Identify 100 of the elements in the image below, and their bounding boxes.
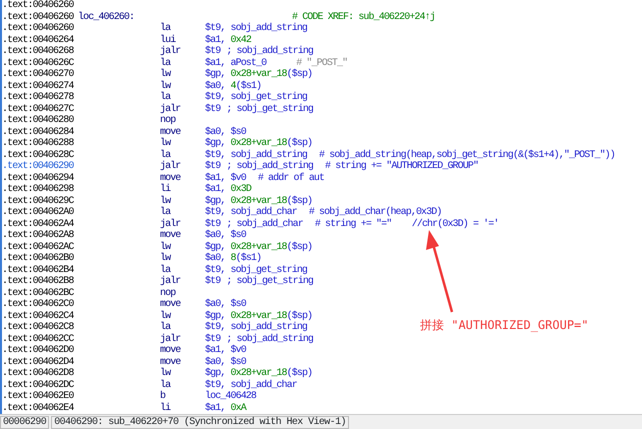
address-label[interactable]: .text:00406288 [2, 138, 78, 150]
code-comment: # string += "AUTHORIZED_GROUP" [325, 161, 478, 172]
address-label[interactable]: .text:004062B4 [2, 264, 78, 276]
instruction-operands: $t9 [205, 161, 220, 172]
address-label[interactable]: .text:004062B8 [2, 276, 78, 288]
address-label[interactable]: .text:00406268 [2, 46, 78, 58]
address-label[interactable]: .text:004062CC [2, 334, 78, 345]
instruction-mnemonic: la [160, 150, 172, 160]
address-label[interactable]: .text:00406294 [2, 172, 78, 184]
address-label[interactable]: .text:0040626C [2, 58, 78, 69]
instruction-operands: $t9 [205, 276, 220, 288]
instruction-mnemonic: lw [160, 310, 172, 322]
instruction-operands: $a1, aPost_0 [205, 58, 266, 68]
address-label[interactable]: .text:00406280 [2, 115, 78, 126]
address-label[interactable]: .text:00406260 [2, 0, 78, 12]
address-label[interactable]: .text:00406284 [2, 126, 78, 138]
address-label[interactable]: .text:00406264 [2, 34, 78, 46]
instruction-operands: $gp, 0x28+var_18($sp) [205, 69, 312, 80]
address-label[interactable]: .text:004062A8 [2, 230, 78, 242]
instruction-operands: $gp, 0x28+var_18($sp) [205, 310, 312, 322]
annotation-text: 拼接 "AUTHORIZED_GROUP=" [420, 317, 588, 334]
address-label[interactable]: .text:0040628C [2, 150, 78, 161]
instruction-operands: $t9 [205, 334, 220, 344]
instruction-mnemonic: la [160, 322, 172, 334]
address-label[interactable]: .text:004062D8 [2, 368, 78, 380]
status-offset: 00006290 [0, 416, 50, 429]
instruction-operands: $a0, 4($s1) [205, 80, 262, 92]
code-comment: # CODE XREF: sub_406220+24↑j [292, 12, 435, 22]
instruction-mnemonic: jalr [160, 46, 182, 58]
instruction-mnemonic: lw [160, 80, 172, 92]
instruction-mnemonic: lw [160, 368, 172, 380]
instruction-operands: $a1, 0x42 [205, 34, 251, 46]
address-label[interactable]: .text:004062D4 [2, 356, 78, 368]
address-label[interactable]: .text:004062BC [2, 288, 78, 299]
instruction-mnemonic: la [160, 58, 172, 68]
instruction-mnemonic: move [160, 299, 182, 310]
instruction-mnemonic: jalr [160, 276, 182, 288]
instruction-mnemonic: la [160, 23, 172, 34]
address-label[interactable]: .text:004062C8 [2, 322, 78, 334]
code-comment: # sobj_add_string(heap,sobj_get_string(&($s1+4),"_POST_")) [319, 150, 615, 160]
status-location: 00406290: sub_406220+70 (Synchronized with Hex View-1) [51, 416, 349, 429]
instruction-mnemonic: jalr [160, 218, 182, 230]
address-label[interactable]: .text:004062C0 [2, 299, 78, 310]
instruction-mnemonic: move [160, 345, 182, 356]
address-label[interactable]: .text:00406274 [2, 80, 78, 92]
instruction-operands: loc_406428 [205, 391, 256, 402]
instruction-operands: $t9 [205, 104, 220, 115]
instruction-mnemonic: lw [160, 253, 172, 264]
instruction-mnemonic: la [160, 264, 172, 276]
code-comment: # addr of aut [258, 172, 324, 184]
code-comment: # string += "=" //chr(0x3D) = '=' [314, 218, 498, 230]
address-label[interactable]: .text:0040627C [2, 104, 78, 115]
instruction-operands: $gp, 0x28+var_18($sp) [205, 368, 312, 380]
instruction-mnemonic: lw [160, 69, 172, 80]
address-label[interactable]: .text:004062E4 [2, 402, 78, 414]
code-comment: ; sobj_add_char [226, 218, 303, 230]
address-label[interactable]: .text:004062A0 [2, 207, 78, 218]
address-label[interactable]: .text:004062D0 [2, 345, 78, 356]
address-label[interactable]: .text:004062C4 [2, 310, 78, 322]
instruction-mnemonic: lw [160, 138, 172, 150]
address-label[interactable]: .text:00406260 [2, 12, 78, 23]
instruction-operands: $a0, $s0 [205, 356, 246, 368]
address-label[interactable]: .text:004062AC [2, 242, 78, 253]
instruction-operands: $gp, 0x28+var_18($sp) [205, 196, 312, 206]
code-comment: ; sobj_add_string [226, 46, 314, 58]
instruction-operands: $a1, $v0 [205, 345, 246, 356]
instruction-operands: $t9 [205, 218, 220, 230]
address-label[interactable]: .text:004062B0 [2, 253, 78, 264]
instruction-mnemonic: la [160, 207, 172, 218]
instruction-mnemonic: lui [160, 34, 177, 46]
instruction-operands: $gp, 0x28+var_18($sp) [205, 138, 312, 150]
instruction-mnemonic: la [160, 380, 172, 390]
address-label[interactable]: .text:00406270 [2, 69, 78, 80]
address-label[interactable]: .text:004062E0 [2, 391, 78, 402]
instruction-mnemonic: lw [160, 196, 172, 206]
address-label[interactable]: .text:004062A4 [2, 218, 78, 230]
instruction-mnemonic: li [160, 184, 172, 196]
instruction-operands: $a0, 8($s1) [205, 253, 262, 264]
address-label[interactable]: .text:00406298 [2, 184, 78, 196]
instruction-mnemonic: jalr [160, 104, 182, 115]
code-comment: # sobj_add_char(heap,0x3D) [308, 207, 442, 218]
instruction-operands: $a0, $s0 [205, 230, 246, 242]
code-comment: ; sobj_get_string [226, 104, 314, 115]
address-label[interactable]: .text:004062DC [2, 380, 78, 391]
instruction-operands: $t9, sobj_get_string [205, 264, 308, 276]
instruction-operands: $a0, $s0 [205, 126, 246, 138]
instruction-operands: $a0, $s0 [205, 299, 246, 310]
address-label[interactable]: .text:0040629C [2, 196, 78, 207]
instruction-mnemonic: jalr [160, 161, 182, 172]
instruction-mnemonic: lw [160, 242, 172, 252]
code-comment: ; sobj_add_string [226, 161, 314, 172]
address-label[interactable]: .text:00406290 [2, 161, 78, 172]
instruction-operands: $t9, sobj_add_string [205, 322, 308, 334]
instruction-mnemonic: b [160, 391, 166, 402]
code-comment: ; sobj_add_string [226, 334, 314, 344]
instruction-operands: $t9, sobj_add_char [205, 380, 297, 390]
address-label[interactable]: .text:00406278 [2, 92, 78, 104]
instruction-operands: $t9, sobj_add_char [205, 207, 297, 218]
instruction-mnemonic: move [160, 172, 182, 184]
address-label[interactable]: .text:00406260 [2, 23, 78, 34]
